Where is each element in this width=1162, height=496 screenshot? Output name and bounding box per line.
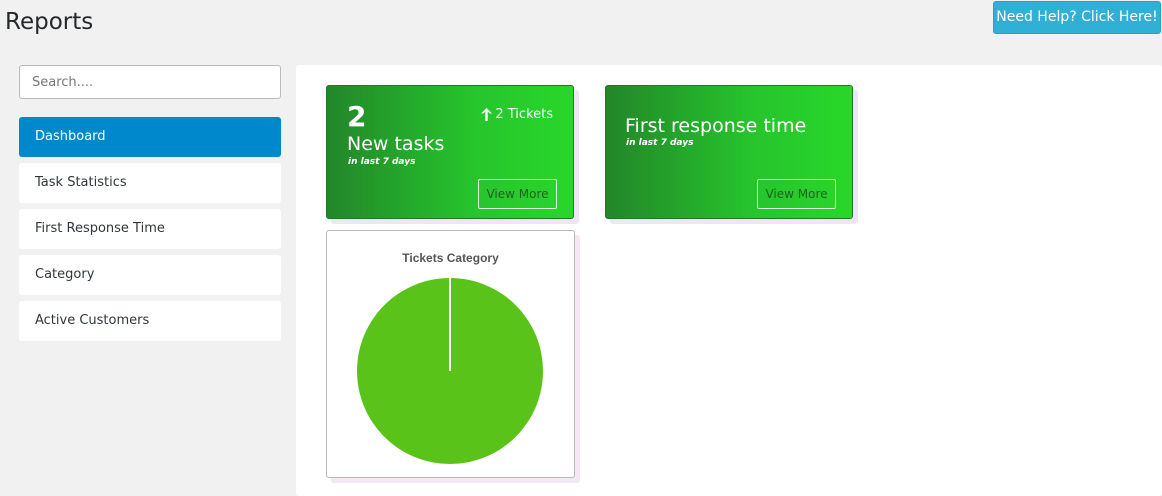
new-tasks-title: New tasks <box>347 133 445 155</box>
new-tasks-subtitle: in last 7 days <box>348 157 416 167</box>
tickets-category-chart: Tickets Category <box>326 230 575 478</box>
sidebar-nav: Dashboard Task Statistics First Response… <box>19 117 281 347</box>
first-response-view-more-button[interactable]: View More <box>757 179 836 209</box>
arrow-up-icon <box>481 108 493 121</box>
page-title: Reports <box>5 9 94 35</box>
tickets-trend: 2 Tickets <box>481 107 553 122</box>
help-button[interactable]: Need Help? Click Here! <box>993 1 1161 34</box>
sidebar-item-dashboard[interactable]: Dashboard <box>19 117 281 157</box>
tickets-trend-label: 2 Tickets <box>495 107 553 122</box>
search-input[interactable] <box>19 65 281 99</box>
sidebar-item-category[interactable]: Category <box>19 255 281 295</box>
first-response-card: First response time in last 7 days View … <box>605 85 853 219</box>
new-tasks-card: 2 2 Tickets New tasks in last 7 days Vie… <box>326 85 574 219</box>
first-response-title: First response time <box>625 115 807 137</box>
new-tasks-count: 2 <box>347 100 367 133</box>
new-tasks-view-more-button[interactable]: View More <box>478 179 557 209</box>
sidebar-item-active-customers[interactable]: Active Customers <box>19 301 281 341</box>
pie-chart <box>357 278 543 464</box>
sidebar-item-first-response-time[interactable]: First Response Time <box>19 209 281 249</box>
first-response-subtitle: in last 7 days <box>626 138 694 148</box>
sidebar-item-task-statistics[interactable]: Task Statistics <box>19 163 281 203</box>
